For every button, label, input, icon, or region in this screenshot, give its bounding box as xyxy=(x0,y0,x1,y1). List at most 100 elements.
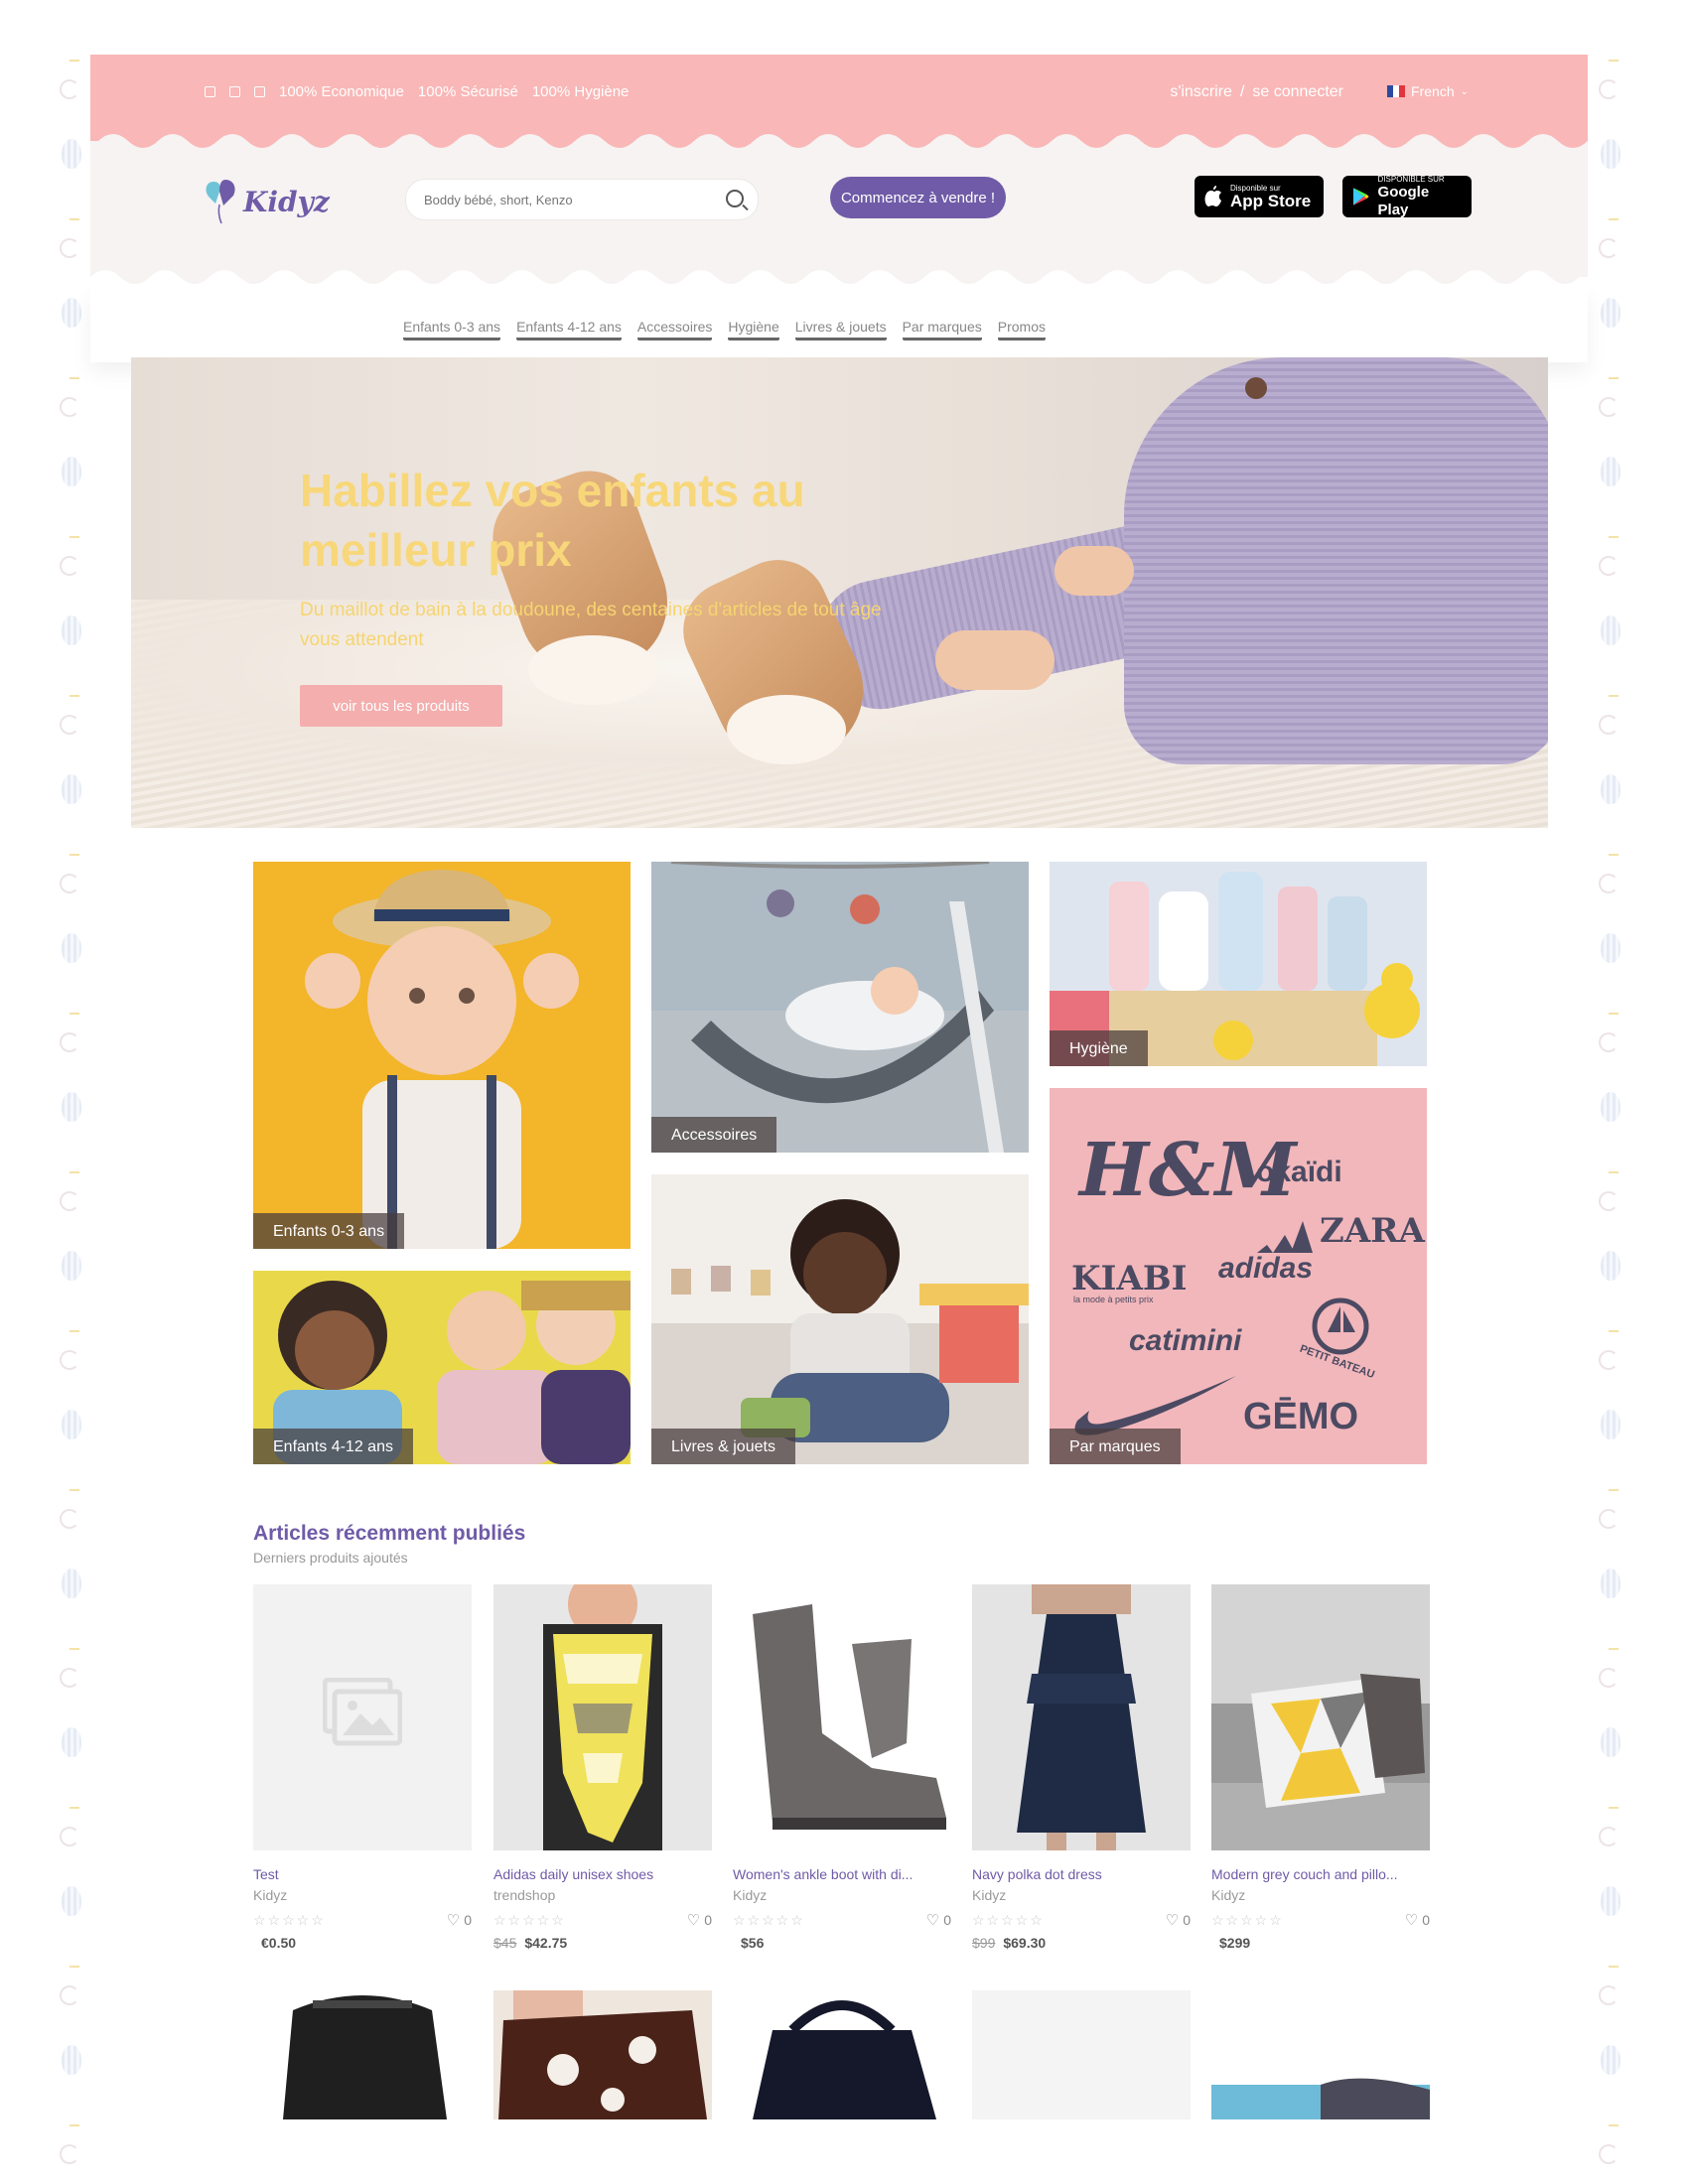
heart-icon[interactable]: ♡ xyxy=(926,1911,939,1929)
kidyz-logo[interactable]: Kidyz xyxy=(202,178,330,225)
feature-economique: 100% Economique xyxy=(279,83,404,100)
view-all-products-button[interactable]: voir tous les produits xyxy=(300,685,502,727)
product-image-backpack[interactable] xyxy=(253,1990,472,2119)
dash-decoration xyxy=(1609,377,1618,379)
app-store-big-text: App Store xyxy=(1230,191,1312,210)
category-label: Livres & jouets xyxy=(651,1429,795,1464)
product-card[interactable]: Navy polka dot dress Kidyz ☆☆☆☆☆ ♡ 0 $99 $… xyxy=(972,1584,1191,1951)
category-accessoires[interactable]: Accessoires xyxy=(651,862,1029,1153)
nav-par-marques[interactable]: Par marques xyxy=(902,319,982,341)
start-selling-button[interactable]: Commencez à vendre ! xyxy=(830,177,1006,218)
product-seller[interactable]: Kidyz xyxy=(733,1887,951,1903)
app-store-badge[interactable]: Disponible sur App Store xyxy=(1195,176,1324,217)
nav-hygiene[interactable]: Hygiène xyxy=(728,319,779,341)
swirl-decoration xyxy=(1599,556,1618,576)
instagram-icon[interactable] xyxy=(254,86,265,97)
product-image-dress[interactable] xyxy=(972,1584,1191,1850)
facebook-icon[interactable] xyxy=(205,86,215,97)
twitter-icon[interactable] xyxy=(229,86,240,97)
chevron-down-icon: ⌄ xyxy=(1460,85,1469,97)
product-seller[interactable]: Kidyz xyxy=(1211,1887,1430,1903)
feature-list: 100% Economique 100% Sécurisé 100% Hygiè… xyxy=(205,83,629,100)
star-rating: ☆☆☆☆☆ xyxy=(493,1911,566,1928)
brand-adidas: adidas xyxy=(1218,1252,1314,1285)
balloon-decoration xyxy=(62,457,81,486)
nav-accessoires[interactable]: Accessoires xyxy=(636,319,713,341)
feature-securise: 100% Sécurisé xyxy=(417,83,518,100)
product-seller[interactable]: Kidyz xyxy=(972,1887,1191,1903)
product-image-scarf[interactable] xyxy=(493,1584,712,1850)
product-card[interactable]: Women's ankle boot with di... Kidyz ☆☆☆☆… xyxy=(733,1584,951,1951)
swirl-decoration xyxy=(60,1191,79,1211)
swirl-decoration xyxy=(60,397,79,417)
register-link[interactable]: s'inscrire xyxy=(1170,83,1232,101)
nav-enfants-0-3[interactable]: Enfants 0-3 ans xyxy=(403,319,501,341)
product-image-light[interactable] xyxy=(972,1990,1191,2119)
nav-enfants-4-12[interactable]: Enfants 4-12 ans xyxy=(516,319,622,341)
dash-decoration xyxy=(1609,60,1618,62)
product-name[interactable]: Women's ankle boot with di... xyxy=(733,1866,951,1882)
product-name[interactable]: Test xyxy=(253,1866,472,1882)
dash-decoration xyxy=(70,536,79,538)
top-wave-divider xyxy=(90,133,1588,148)
product-card[interactable]: Test Kidyz ☆☆☆☆☆ ♡ 0 €0.50 xyxy=(253,1584,472,1951)
dash-decoration xyxy=(1609,1489,1618,1491)
balloon-decoration xyxy=(1601,1569,1620,1598)
category-enfants-0-3[interactable]: Enfants 0-3 ans xyxy=(253,862,631,1249)
heart-icon[interactable]: ♡ xyxy=(1166,1911,1179,1929)
swirl-decoration xyxy=(60,1509,79,1529)
product-seller[interactable]: trendshop xyxy=(493,1887,712,1903)
nav-promos[interactable]: Promos xyxy=(997,319,1046,341)
swirl-decoration xyxy=(1599,79,1618,99)
swirl-decoration xyxy=(60,715,79,735)
swirl-decoration xyxy=(1599,1350,1618,1370)
balloon-decoration xyxy=(1601,2045,1620,2075)
dash-decoration xyxy=(70,1330,79,1332)
category-par-marques[interactable]: H&M okaïdi ZARA KIABI la mode à petits p… xyxy=(1050,1088,1427,1464)
hero-button-detail xyxy=(1245,377,1267,399)
nav-livres-jouets[interactable]: Livres & jouets xyxy=(794,319,887,341)
product-placeholder-image[interactable] xyxy=(253,1584,472,1850)
balloon-decoration xyxy=(62,615,81,645)
product-image-bag[interactable] xyxy=(733,1990,951,2119)
swirl-decoration xyxy=(1599,874,1618,893)
product-name[interactable]: Adidas daily unisex shoes xyxy=(493,1866,712,1882)
product-name[interactable]: Navy polka dot dress xyxy=(972,1866,1191,1882)
dash-decoration xyxy=(70,854,79,856)
category-livres-jouets[interactable]: Livres & jouets xyxy=(651,1174,1029,1464)
google-play-icon xyxy=(1352,188,1369,205)
dash-decoration xyxy=(1609,854,1618,856)
swirl-decoration xyxy=(60,79,79,99)
dash-decoration xyxy=(1609,2124,1618,2126)
google-play-badge[interactable]: DISPONIBLE SUR Google Play xyxy=(1342,175,1472,218)
apple-icon xyxy=(1204,186,1221,206)
language-selector[interactable]: French ⌄ xyxy=(1387,83,1469,99)
product-name[interactable]: Modern grey couch and pillo... xyxy=(1211,1866,1430,1882)
heart-icon[interactable]: ♡ xyxy=(687,1911,700,1929)
product-card[interactable]: Adidas daily unisex shoes trendshop ☆☆☆☆… xyxy=(493,1584,712,1951)
category-hygiene[interactable]: Hygiène xyxy=(1050,862,1427,1066)
star-rating: ☆☆☆☆☆ xyxy=(733,1911,805,1928)
balloon-decoration xyxy=(1601,298,1620,328)
dash-decoration xyxy=(1609,1966,1618,1968)
balloon-decoration xyxy=(62,1092,81,1122)
search-input[interactable] xyxy=(422,191,714,208)
adidas-stripes-icon xyxy=(1257,1221,1313,1253)
product-seller[interactable]: Kidyz xyxy=(253,1887,472,1903)
dash-decoration xyxy=(1609,1807,1618,1809)
product-card[interactable]: Modern grey couch and pillo... Kidyz ☆☆☆… xyxy=(1211,1584,1430,1951)
hero-banner: Habillez vos enfants au meilleur prix Du… xyxy=(131,357,1548,828)
product-image-partial[interactable] xyxy=(1211,1990,1430,2119)
toddler-playing-photo xyxy=(651,1174,1029,1464)
product-image-boot[interactable] xyxy=(733,1584,951,1850)
product-image-floral-skirt[interactable] xyxy=(493,1990,712,2119)
product-image-couch[interactable] xyxy=(1211,1584,1430,1850)
search-icon[interactable] xyxy=(726,190,744,207)
heart-icon[interactable]: ♡ xyxy=(1405,1911,1418,1929)
login-link[interactable]: se connecter xyxy=(1252,83,1343,101)
category-enfants-4-12[interactable]: Enfants 4-12 ans xyxy=(253,1271,631,1464)
brand-okaidi: okaïdi xyxy=(1256,1156,1342,1188)
swirl-decoration xyxy=(1599,1985,1618,2005)
heart-icon[interactable]: ♡ xyxy=(447,1911,460,1929)
swirl-decoration xyxy=(60,1985,79,2005)
